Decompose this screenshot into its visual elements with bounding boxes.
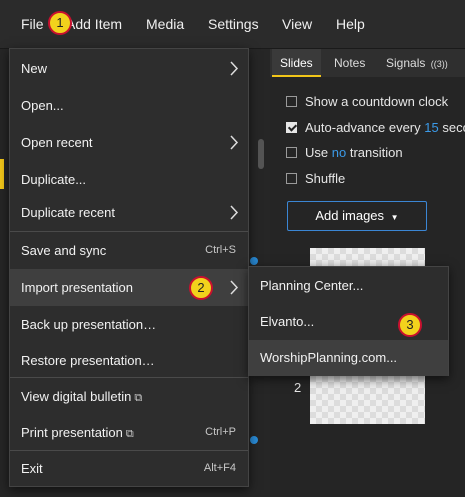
menu-add-item[interactable]: Add Item	[66, 16, 122, 32]
menu-settings[interactable]: Settings	[208, 16, 259, 32]
menu-item-label: Duplicate recent	[21, 205, 115, 220]
option-shuffle[interactable]: Shuffle	[286, 171, 345, 186]
menu-item-duplicate-recent[interactable]: Duplicate recent	[10, 194, 248, 231]
submenu-item-planning-center[interactable]: Planning Center...	[249, 268, 448, 304]
transition-value[interactable]: no	[332, 145, 346, 160]
countdown-label: Show a countdown clock	[305, 94, 449, 109]
submenu-item-worshipplanning[interactable]: WorshipPlanning.com...	[249, 340, 448, 376]
tab-signals-label: Signals	[386, 56, 426, 70]
chevron-right-icon	[230, 205, 239, 220]
chevron-right-icon	[230, 280, 239, 295]
auto-advance-checkbox[interactable]	[286, 122, 297, 133]
menu-item-new[interactable]: New	[10, 50, 248, 87]
auto-advance-suffix: seco	[442, 120, 465, 135]
signal-icon: ((3))	[430, 59, 448, 69]
tab-signals[interactable]: Signals ((3))	[378, 49, 456, 77]
caret-down-icon: ▼	[390, 213, 399, 222]
menu-item-restore[interactable]: Restore presentation…	[10, 342, 248, 379]
shuffle-checkbox[interactable]	[286, 173, 297, 184]
step-callout-3: 3	[398, 313, 422, 337]
menu-item-label: View digital bulletin	[21, 389, 132, 404]
transition-checkbox[interactable]	[286, 147, 297, 158]
step-callout-1: 1	[48, 11, 72, 35]
menu-item-open-recent[interactable]: Open recent	[10, 124, 248, 161]
selection-stripe	[0, 159, 4, 189]
external-link-icon: ⧉	[125, 428, 134, 440]
menu-media[interactable]: Media	[146, 16, 184, 32]
menu-item-label: Import presentation	[21, 280, 134, 295]
menu-item-label-wrap: View digital bulletin ⧉	[21, 378, 142, 417]
menu-item-open[interactable]: Open...	[10, 87, 248, 124]
external-link-icon: ⧉	[134, 392, 143, 404]
submenu-item-label: Planning Center...	[260, 278, 364, 293]
shuffle-label: Shuffle	[305, 171, 346, 186]
file-menu: New Open... Open recent Duplicate... Dup…	[9, 48, 249, 487]
shortcut-label: Alt+F4	[203, 462, 236, 474]
option-auto-advance[interactable]: Auto-advance every 15 seco	[286, 120, 465, 135]
add-images-label: Add images	[315, 208, 385, 223]
menu-item-duplicate[interactable]: Duplicate...	[10, 161, 248, 198]
chevron-right-icon	[230, 61, 239, 76]
menu-item-label: Exit	[21, 461, 43, 476]
menu-item-label: Restore presentation…	[21, 353, 155, 368]
menu-item-label: Open recent	[21, 135, 93, 150]
menu-item-label: Back up presentation…	[21, 317, 157, 332]
tab-slides[interactable]: Slides	[272, 49, 321, 77]
menu-help[interactable]: Help	[336, 16, 365, 32]
auto-advance-seconds[interactable]: 15	[424, 120, 438, 135]
transition-label: transition	[349, 145, 403, 160]
shortcut-label: Ctrl+S	[205, 244, 236, 256]
scrollbar-thumb[interactable]	[258, 139, 264, 169]
menu-item-label-wrap: Print presentation ⧉	[21, 414, 134, 453]
menu-item-view-bulletin[interactable]: View digital bulletin ⧉	[10, 378, 248, 415]
submenu-item-label: Elvanto...	[260, 314, 315, 329]
menu-file[interactable]: File	[21, 16, 44, 32]
drop-indicator-dot	[250, 436, 258, 444]
menu-item-exit[interactable]: Exit Alt+F4	[10, 450, 248, 487]
menu-item-label: New	[21, 61, 48, 76]
menu-item-label: Save and sync	[21, 243, 107, 258]
chevron-right-icon	[230, 135, 239, 150]
auto-advance-label: Auto-advance every	[305, 120, 421, 135]
option-countdown[interactable]: Show a countdown clock	[286, 94, 448, 109]
menu-item-label: Print presentation	[21, 425, 123, 440]
menu-item-print[interactable]: Print presentation ⧉ Ctrl+P	[10, 414, 248, 451]
menu-item-back-up[interactable]: Back up presentation…	[10, 306, 248, 343]
menu-view[interactable]: View	[282, 16, 312, 32]
menu-item-label: Duplicate...	[21, 172, 87, 187]
shortcut-label: Ctrl+P	[205, 426, 236, 438]
step-callout-2: 2	[189, 276, 213, 300]
tab-notes[interactable]: Notes	[326, 49, 373, 77]
transition-use-label: Use	[305, 145, 329, 160]
slide-number: 2	[294, 380, 302, 395]
menu-item-save-and-sync[interactable]: Save and sync Ctrl+S	[10, 232, 248, 269]
add-images-button[interactable]: Add images ▼	[287, 201, 427, 231]
countdown-checkbox[interactable]	[286, 96, 297, 107]
drop-indicator-dot	[250, 257, 258, 265]
submenu-item-label: WorshipPlanning.com...	[260, 350, 398, 365]
option-transition[interactable]: Use no transition	[286, 145, 403, 160]
panel-tabs: Slides Notes Signals ((3))	[270, 49, 465, 77]
menu-item-label: Open...	[21, 98, 64, 113]
